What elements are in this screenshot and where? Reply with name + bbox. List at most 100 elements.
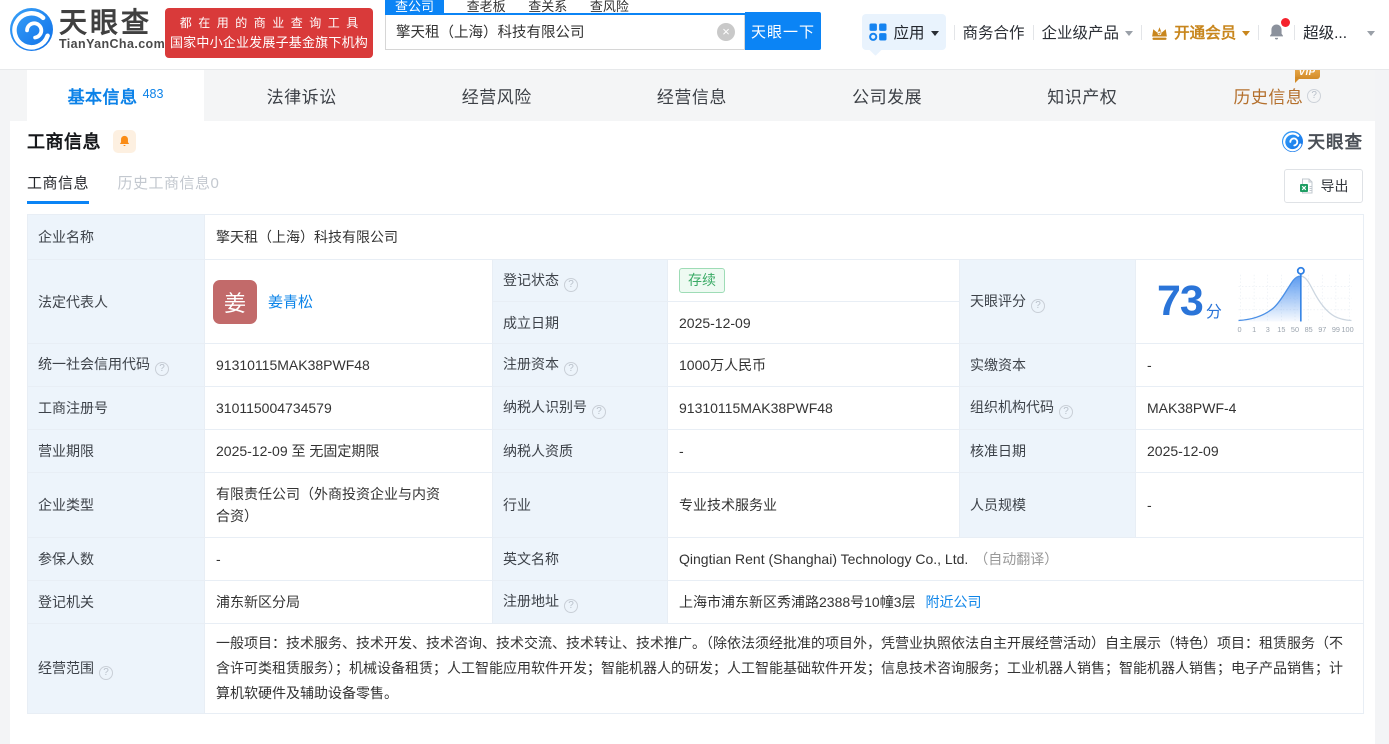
subtab-business-info[interactable]: 工商信息 [27,176,90,204]
excel-icon [1299,178,1312,194]
label-reg-authority: 登记机关 [27,580,205,624]
section-title: 工商信息 [27,132,101,152]
site-header: 天眼查 TianYanCha.com 都在用的商业查询工具 国家中小企业发展子基… [0,0,1389,70]
site-logo[interactable]: 天眼查 TianYanCha.com [10,8,165,51]
menu-enterprise-products[interactable]: 企业级产品 [1042,21,1134,43]
search-tab-risk[interactable]: 查风险 [590,0,629,13]
tianyancha-logo-icon [1281,130,1303,152]
table-row: 营业期限 2025-12-09 至 无固定期限 纳税人资质 - 核准日期 202… [27,429,1365,473]
value-legal-rep: 姜 姜青松 [204,259,493,344]
value-approval-date: 2025-12-09 [1134,429,1365,473]
page-canvas: 天眼查 TianYanCha.com 都在用的商业查询工具 国家中小企业发展子基… [0,0,1389,744]
label-tianyan-score: 天眼评分 [959,259,1136,344]
value-english-name: Qingtian Rent (Shanghai) Technology Co.,… [666,537,1365,581]
search-tab-boss[interactable]: 查老板 [467,0,506,13]
value-reg-capital: 1000万人民币 [667,343,960,387]
promo-line1: 都在用的商业查询工具 [179,16,365,30]
tab-intellectual-property[interactable]: 知识产权 [985,70,1180,121]
chevron-down-icon[interactable] [1367,30,1375,36]
help-icon[interactable] [99,665,113,680]
tab-basic-info[interactable]: 基本信息 483 [27,70,204,121]
chevron-down-icon [1125,30,1134,36]
menu-business-cooperation[interactable]: 商务合作 [963,21,1025,43]
tab-operating-risk[interactable]: 经营风险 [399,70,594,121]
svg-text:3: 3 [1266,325,1270,334]
top-menu: 应用 商务合作 企业级产品 开通会员 超级... [861,0,1383,64]
score-distribution-chart: 0 1 3 15 50 85 97 99 100 [1237,266,1354,334]
nearby-companies-link[interactable]: 附近公司 [926,594,982,610]
subtab-history-business-info[interactable]: 历史工商信息0 [117,176,219,201]
label-english-name: 英文名称 [492,537,668,581]
chevron-down-icon [930,30,939,36]
main-content: 工商信息 天眼查 工商信息 历史工商信息0 导出 企业名称 擎天租（上海）科技有… [10,129,1375,714]
search-tab-relation[interactable]: 查关系 [528,0,567,13]
value-reg-status: 存续 [667,259,960,302]
label-company-type: 企业类型 [27,472,205,538]
search-tab-company[interactable]: 查公司 [385,0,445,13]
table-row: 参保人数 - 英文名称 Qingtian Rent (Shanghai) Tec… [27,537,1365,581]
crown-icon [1152,26,1167,40]
label-industry: 行业 [492,472,668,538]
label-company-name: 企业名称 [27,214,205,260]
clear-search-icon[interactable]: × [717,23,735,41]
watermark-text: 天眼查 [1307,131,1363,152]
brand-name: 天眼查 [59,7,153,38]
tab-company-development[interactable]: 公司发展 [790,70,985,121]
user-menu[interactable]: 超级... [1303,21,1347,43]
label-approval-date: 核准日期 [959,429,1136,473]
label-taxpayer-id: 纳税人识别号 [492,386,668,430]
table-row: 工商注册号 310115004734579 纳税人识别号 91310115MAK… [27,386,1365,430]
label-business-scope: 经营范围 [27,623,205,714]
value-business-term: 2025-12-09 至 无固定期限 [204,429,493,473]
search-area: 查公司 查老板 查关系 查风险 × 天眼一下 [385,0,822,52]
search-button[interactable]: 天眼一下 [745,12,821,50]
tianyancha-watermark: 天眼查 [1281,129,1364,154]
table-row: 企业名称 擎天租（上海）科技有限公司 [27,214,1365,260]
tab-legal-proceedings[interactable]: 法律诉讼 [204,70,399,121]
search-input-box: × [385,15,745,50]
menu-open-vip[interactable]: 开通会员 [1150,21,1251,43]
value-org-code: MAK38PWF-4 [1134,386,1365,430]
value-company-name: 擎天租（上海）科技有限公司 [203,214,1365,260]
search-tabs: 查公司 查老板 查关系 查风险 [385,0,629,13]
label-credit-code: 统一社会信用代码 [27,343,205,387]
export-button[interactable]: 导出 [1284,169,1363,203]
label-insured-count: 参保人数 [27,537,205,581]
help-icon[interactable] [1307,88,1322,103]
help-icon[interactable] [1059,405,1073,419]
status-badge: 存续 [679,268,725,293]
promo-badge: 都在用的商业查询工具 国家中小企业发展子基金旗下机构 [165,8,373,58]
value-reg-number: 310115004734579 [204,386,493,430]
help-icon[interactable] [564,599,578,613]
apps-menu[interactable]: 应用 [861,14,946,50]
label-reg-address: 注册地址 [492,580,668,624]
help-icon[interactable] [592,405,606,419]
legal-rep-link[interactable]: 姜青松 [268,291,313,312]
help-icon[interactable] [564,277,578,292]
help-icon[interactable] [155,362,169,376]
search-input[interactable] [386,15,712,48]
label-paid-capital: 实缴资本 [959,343,1136,387]
label-org-code: 组织机构代码 [959,386,1136,430]
svg-text:15: 15 [1277,325,1285,334]
svg-text:99: 99 [1332,325,1340,334]
monitor-bell-button[interactable] [113,129,136,153]
legal-rep-avatar[interactable]: 姜 [213,279,257,324]
brand-domain: TianYanCha.com [59,37,166,51]
score-unit: 分 [1205,303,1222,321]
help-icon[interactable] [564,362,578,376]
page-body: 基本信息 483 法律诉讼 经营风险 经营信息 公司发展 知识产权 历史信息 V… [10,66,1375,744]
basic-info-count: 483 [142,86,164,101]
notification-bell[interactable] [1267,18,1291,42]
subtab-row: 工商信息 历史工商信息0 导出 [27,165,1363,204]
tab-operating-info[interactable]: 经营信息 [594,70,789,121]
value-credit-code: 91310115MAK38PWF48 [204,343,493,387]
svg-text:0: 0 [1237,325,1241,334]
svg-text:50: 50 [1291,325,1299,334]
help-icon[interactable] [1031,298,1045,313]
tab-history-info[interactable]: 历史信息 VIP [1180,66,1375,121]
value-reg-address: 上海市浦东新区秀浦路2388号10幢3层 附近公司 [666,580,1365,624]
apps-label: 应用 [893,25,925,42]
table-row: 企业类型 有限责任公司（外商投资企业与内资合资） 行业 专业技术服务业 人员规模… [27,472,1365,538]
promo-line2: 国家中小企业发展子基金旗下机构 [169,35,368,50]
